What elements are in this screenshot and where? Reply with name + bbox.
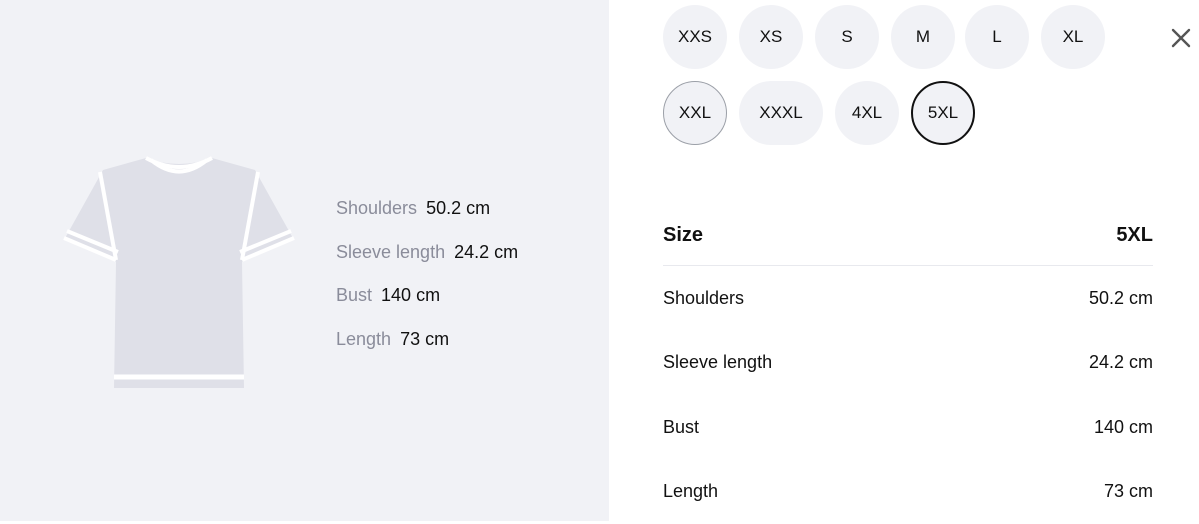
close-icon[interactable] — [1167, 24, 1195, 52]
size-column-label: Size — [663, 224, 703, 247]
size-guide-visual-panel: Shoulders 50.2 cm Sleeve length 24.2 cm Bu… — [0, 0, 609, 521]
row-value: 24.2 cm — [1089, 352, 1153, 373]
table-row-sleeve-length: Sleeve length 24.2 cm — [663, 331, 1153, 396]
measurement-callouts: Shoulders 50.2 cm Sleeve length 24.2 cm Bu… — [336, 197, 518, 371]
size-button-xxxl[interactable]: XXXL — [739, 81, 823, 145]
measurement-value: 140 cm — [381, 285, 440, 305]
selected-size-value: 5XL — [1116, 224, 1153, 247]
measurement-sleeve-length: Sleeve length 24.2 cm — [336, 241, 518, 263]
size-button-xl[interactable]: XL — [1041, 5, 1105, 69]
row-value: 140 cm — [1094, 417, 1153, 438]
measurement-label: Length — [336, 329, 391, 349]
size-button-xxl[interactable]: XXL — [663, 81, 727, 145]
measurement-label: Bust — [336, 285, 372, 305]
measurement-value: 73 cm — [400, 329, 449, 349]
row-value: 50.2 cm — [1089, 288, 1153, 309]
measurement-shoulders: Shoulders 50.2 cm — [336, 197, 518, 219]
table-row-length: Length 73 cm — [663, 460, 1153, 524]
size-button-s[interactable]: S — [815, 5, 879, 69]
measurements-table: Size 5XL Shoulders 50.2 cm Sleeve length… — [663, 206, 1153, 524]
row-value: 73 cm — [1104, 481, 1153, 502]
measurement-value: 24.2 cm — [454, 242, 518, 262]
row-label: Bust — [663, 417, 699, 438]
measurement-bust: Bust 140 cm — [336, 284, 518, 306]
measurement-length: Length 73 cm — [336, 328, 518, 350]
size-button-l[interactable]: L — [965, 5, 1029, 69]
size-button-4xl[interactable]: 4XL — [835, 81, 899, 145]
size-button-5xl[interactable]: 5XL — [911, 81, 975, 145]
row-label: Shoulders — [663, 288, 744, 309]
measurement-value: 50.2 cm — [426, 198, 490, 218]
size-button-m[interactable]: M — [891, 5, 955, 69]
table-row-bust: Bust 140 cm — [663, 395, 1153, 460]
table-header: Size 5XL — [663, 206, 1153, 266]
tshirt-icon — [58, 152, 300, 394]
row-label: Sleeve length — [663, 352, 772, 373]
size-button-xs[interactable]: XS — [739, 5, 803, 69]
table-row-shoulders: Shoulders 50.2 cm — [663, 266, 1153, 331]
row-label: Length — [663, 481, 718, 502]
size-button-xxs[interactable]: XXS — [663, 5, 727, 69]
measurement-label: Sleeve length — [336, 242, 445, 262]
measurement-label: Shoulders — [336, 198, 417, 218]
